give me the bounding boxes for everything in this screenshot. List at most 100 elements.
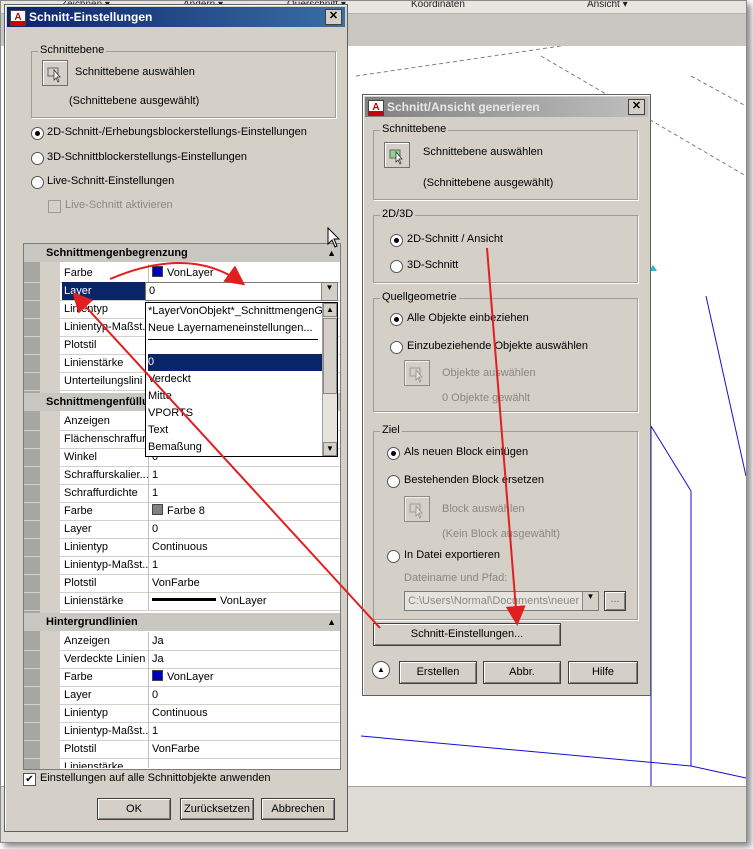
list-item[interactable]: *LayerVonObjekt*_SchnittmengenGr [148, 303, 327, 320]
radio-all-objects[interactable] [390, 313, 403, 326]
help-button[interactable]: Hilfe [568, 661, 638, 684]
radio-3d-label: 3D-Schnittblockerstellungs-Einstellungen [47, 151, 247, 163]
scroll-down-icon[interactable]: ▼ [323, 442, 337, 456]
file-path-value: C:\Users\Normal\Documents\neuer [408, 595, 580, 607]
layer-dropdown-list[interactable]: *LayerVonObjekt*_SchnittmengenGr Neue La… [145, 302, 338, 457]
chevron-down-icon[interactable]: ▼ [321, 283, 337, 300]
prop-row[interactable]: Linienstärke VonLayer [24, 592, 340, 611]
radio-3d-settings[interactable] [31, 152, 44, 165]
ok-button[interactable]: OK [97, 798, 171, 820]
color-swatch [152, 266, 163, 277]
section-settings-dialog: A Schnitt-Einstellungen ✕ Schnittebene S… [4, 4, 348, 832]
radio-export-file[interactable] [387, 550, 400, 563]
radio-replace-block[interactable] [387, 475, 400, 488]
prop-row[interactable]: Farbe Farbe 8 [24, 502, 340, 521]
prop-row[interactable]: Schraffurskalier... 1 [24, 466, 340, 485]
collapse-icon[interactable]: ▲ [327, 244, 336, 262]
scroll-thumb[interactable] [323, 318, 337, 394]
ribbon-tab-koordinaten[interactable]: Koordinaten [411, 1, 465, 10]
prop-row[interactable]: Verdeckte Linien Ja [24, 650, 340, 669]
select-plane-icon-button[interactable] [384, 142, 410, 168]
prop-row[interactable]: Linientyp-Maßst... 1 [24, 556, 340, 575]
prop-row[interactable]: Layer 0 [24, 686, 340, 705]
objects-count: 0 Objekte gewählt [442, 392, 531, 404]
prop-row[interactable]: Linientyp-Maßst... 1 [24, 722, 340, 741]
radio-live-label: Live-Schnitt-Einstellungen [47, 175, 175, 187]
plane-status: (Schnittebene ausgewählt) [69, 95, 200, 107]
list-item[interactable]: Bemaßung [148, 439, 322, 456]
group-legend: Schnittebene [380, 123, 449, 135]
dialog-title: Schnitt-Einstellungen [29, 10, 153, 24]
radio-2d-section[interactable] [390, 234, 403, 247]
select-plane-label: Schnittebene auswählen [75, 66, 195, 78]
prop-row[interactable]: Plotstil VonFarbe [24, 740, 340, 759]
list-item[interactable]: Text [148, 422, 322, 439]
prop-row-partial[interactable]: Linienstärke [24, 758, 340, 769]
ribbon-tab-ansicht[interactable]: Ansicht ▾ [587, 1, 628, 10]
prop-row[interactable]: Layer 0 [24, 520, 340, 539]
dropdown-scrollbar[interactable]: ▲ ▼ [322, 303, 337, 456]
dialog-title: Schnitt/Ansicht generieren [387, 100, 540, 114]
radio-2d-settings[interactable] [31, 127, 44, 140]
select-block-label: Block auswählen [442, 503, 525, 515]
group-legend: Quellgeometrie [380, 291, 459, 303]
live-section-checkbox[interactable] [48, 200, 61, 213]
list-item[interactable]: VPORTS [148, 405, 322, 422]
select-block-icon-button[interactable] [404, 496, 430, 522]
autocad-icon: A [10, 10, 26, 26]
group-legend: Ziel [380, 424, 402, 436]
browse-button[interactable]: ... [604, 591, 626, 611]
prop-row[interactable]: Schraffurdichte 1 [24, 484, 340, 503]
select-objects-icon [409, 367, 423, 383]
block-status: (Kein Block ausgewählt) [442, 528, 561, 540]
destination-group: Ziel Als neuen Block einfügen Bestehende… [373, 424, 638, 620]
list-item[interactable]: Verdeckt [148, 371, 322, 388]
radio-all-objects-label: Alle Objekte einbeziehen [407, 312, 529, 324]
dimension-group: 2D/3D 2D-Schnitt / Ansicht 3D-Schnitt [373, 208, 638, 283]
radio-2d-label: 2D-Schnitt / Ansicht [407, 233, 503, 245]
select-objects-icon-button[interactable] [404, 360, 430, 386]
apply-all-checkbox[interactable]: ✔ [23, 773, 36, 786]
autocad-icon: A [368, 100, 384, 116]
cutting-plane-group: Schnittebene Schnittebene auswählen (Sch… [373, 123, 638, 200]
radio-select-objects[interactable] [390, 341, 403, 354]
layer-combobox[interactable]: 0 ▼ [145, 282, 338, 301]
color-swatch [152, 504, 163, 515]
apply-all-label: Einstellungen auf alle Schnittobjekte an… [40, 772, 271, 784]
prop-row[interactable]: Anzeigen Ja [24, 632, 340, 651]
prop-row[interactable]: Farbe VonLayer [24, 264, 340, 283]
prop-row[interactable]: Linientyp Continuous [24, 704, 340, 723]
chevron-up-icon[interactable]: ▲ [372, 661, 390, 679]
generate-section-dialog: A Schnitt/Ansicht generieren ✕ Schnitteb… [362, 94, 651, 696]
chevron-down-icon[interactable]: ▼ [582, 592, 598, 610]
radio-insert-block[interactable] [387, 447, 400, 460]
select-objects-label: Objekte auswählen [442, 367, 536, 379]
section-settings-button[interactable]: Schnitt-Einstellungen... [373, 623, 561, 646]
close-icon[interactable]: ✕ [325, 9, 342, 25]
layer-combo-value: 0 [149, 285, 156, 297]
section-header-background[interactable]: Hintergrundlinien ▲ [24, 613, 340, 631]
radio-3d-section[interactable] [390, 260, 403, 273]
cancel-button[interactable]: Abbr. [483, 661, 561, 684]
prop-row[interactable]: Plotstil VonFarbe [24, 574, 340, 593]
cancel-button[interactable]: Abbrechen [261, 798, 335, 820]
radio-live-settings[interactable] [31, 176, 44, 189]
prop-row[interactable]: Farbe VonLayer [24, 668, 340, 687]
create-button[interactable]: Erstellen [399, 661, 477, 684]
select-plane-icon-button[interactable] [42, 60, 68, 86]
reset-button[interactable]: Zurücksetzen [180, 798, 254, 820]
list-item[interactable]: Mitte [148, 388, 322, 405]
radio-3d-label: 3D-Schnitt [407, 259, 459, 271]
file-path-combobox[interactable]: C:\Users\Normal\Documents\neuer ▼ [404, 591, 599, 611]
section-settings-titlebar[interactable]: A Schnitt-Einstellungen ✕ [7, 7, 345, 27]
prop-row[interactable]: Linientyp Continuous [24, 538, 340, 557]
list-item[interactable]: Neue Layernameneinstellungen... [148, 320, 322, 337]
radio-export-file-label: In Datei exportieren [404, 549, 500, 561]
generate-section-titlebar[interactable]: A Schnitt/Ansicht generieren ✕ [365, 97, 648, 117]
radio-select-objects-label: Einzubeziehende Objekte auswählen [407, 340, 589, 352]
close-icon[interactable]: ✕ [628, 99, 645, 115]
collapse-icon[interactable]: ▲ [327, 613, 336, 631]
list-item-selected[interactable]: 0 [148, 354, 322, 371]
section-header-boundary[interactable]: Schnittmengenbegrenzung ▲ [24, 244, 340, 262]
scroll-up-icon[interactable]: ▲ [323, 303, 337, 317]
